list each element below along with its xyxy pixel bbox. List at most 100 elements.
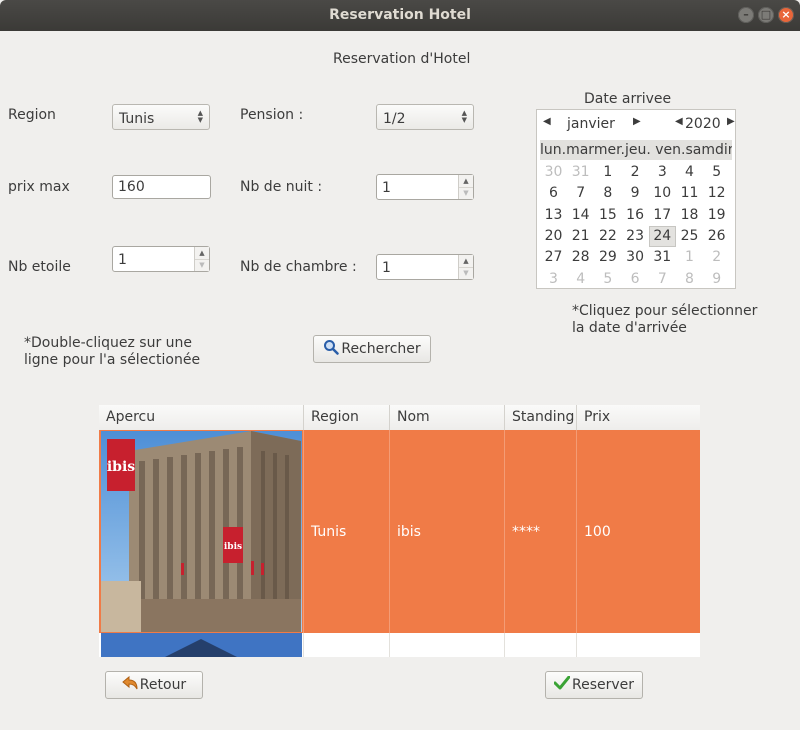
calendar-day[interactable]: 25 (676, 226, 703, 247)
year-label: 2020 (685, 116, 721, 132)
spin-down-icon[interactable]: ▼ (459, 187, 473, 199)
calendar-day[interactable]: 17 (649, 205, 676, 226)
calendar-day[interactable]: 15 (594, 205, 621, 226)
prev-month-icon[interactable]: ◀ (543, 116, 551, 127)
nb-nuit-value: 1 (382, 180, 391, 196)
calendar-day[interactable]: 5 (594, 269, 621, 290)
retour-button[interactable]: Retour (105, 671, 203, 699)
calendar-day[interactable]: 1 (676, 247, 703, 268)
calendar-day[interactable]: 2 (703, 247, 730, 268)
hotel-image: ibis ibis (101, 431, 302, 632)
calendar-day-selected[interactable]: 24 (648, 225, 676, 247)
nb-chambre-value: 1 (382, 260, 391, 276)
calendar-day[interactable]: 3 (649, 162, 676, 183)
minimize-button[interactable]: – (738, 7, 754, 23)
calendar-day[interactable]: 18 (676, 205, 703, 226)
date-calendar[interactable]: ◀ janvier ▶ ◀ 2020 ▶ lun.marmer.jeu. ven… (536, 109, 736, 289)
header-nom[interactable]: Nom (390, 405, 505, 430)
reserver-button[interactable]: Reserver (545, 671, 643, 699)
cell-prix: 100 (584, 523, 611, 540)
calendar-day[interactable]: 4 (567, 269, 594, 290)
nb-chambre-spinner[interactable]: 1 ▲ ▼ (376, 254, 474, 280)
apercu-cell (99, 633, 304, 657)
calendar-day[interactable]: 26 (703, 226, 730, 247)
cell-nom: ibis (390, 430, 505, 633)
spin-down-icon[interactable]: ▼ (195, 259, 209, 271)
calendar-day[interactable]: 30 (622, 247, 649, 268)
calendar-day[interactable]: 13 (540, 205, 567, 226)
next-year-icon[interactable]: ▶ (727, 116, 735, 127)
search-icon (323, 339, 340, 359)
calendar-hint-line2: la date d'arrivée (572, 320, 687, 336)
region-label: Region (8, 107, 56, 123)
calendar-day[interactable]: 8 (676, 269, 703, 290)
calendar-day[interactable]: 9 (703, 269, 730, 290)
spin-down-icon[interactable]: ▼ (459, 267, 473, 279)
nb-etoile-value: 1 (118, 252, 127, 268)
calendar-day[interactable]: 27 (540, 247, 567, 268)
calendar-day[interactable]: 5 (703, 162, 730, 183)
pension-value: 1/2 (383, 111, 406, 127)
calendar-day[interactable]: 30 (540, 162, 567, 183)
table-row[interactable]: ibis ibis Tunis ibis **** 100 (99, 430, 700, 633)
calendar-day[interactable]: 7 (567, 183, 594, 204)
maximize-button[interactable]: □ (758, 7, 774, 23)
header-prix[interactable]: Prix (577, 405, 700, 430)
pension-select[interactable]: 1/2 ▲ ▼ (376, 104, 474, 130)
calendar-day[interactable]: 29 (594, 247, 621, 268)
calendar-day[interactable]: 22 (594, 226, 621, 247)
calendar-day[interactable]: 23 (622, 226, 649, 247)
cell-region: Tunis (304, 430, 390, 633)
calendar-day[interactable]: 19 (703, 205, 730, 226)
cell-standing: **** (505, 430, 577, 633)
region-value: Tunis (119, 111, 155, 127)
calendar-day[interactable]: 9 (622, 183, 649, 204)
calendar-day[interactable]: 20 (540, 226, 567, 247)
calendar-day[interactable]: 12 (703, 183, 730, 204)
ibis-sign-text: ibis (224, 542, 242, 552)
header-region[interactable]: Region (304, 405, 390, 430)
cell-standing (505, 633, 577, 657)
prix-max-label: prix max (8, 179, 70, 195)
calendar-day[interactable]: 6 (622, 269, 649, 290)
pension-label: Pension : (240, 107, 304, 123)
calendar-day[interactable]: 11 (676, 183, 703, 204)
cell-region (304, 633, 390, 657)
back-arrow-icon (122, 675, 138, 694)
weekday-header: lun.marmer.jeu. ven.samdim. (540, 140, 732, 160)
calendar-day[interactable]: 2 (622, 162, 649, 183)
hotel-image (101, 633, 302, 657)
next-month-icon[interactable]: ▶ (633, 116, 641, 127)
calendar-day[interactable]: 10 (649, 183, 676, 204)
calendar-day[interactable]: 8 (594, 183, 621, 204)
calendar-day[interactable]: 1 (594, 162, 621, 183)
region-select[interactable]: Tunis ▲ ▼ (112, 104, 210, 130)
prix-max-input[interactable]: 160 (112, 175, 211, 199)
checkmark-icon (553, 675, 571, 694)
calendar-day[interactable]: 7 (649, 269, 676, 290)
calendar-day[interactable]: 3 (540, 269, 567, 290)
calendar-day[interactable]: 28 (567, 247, 594, 268)
calendar-day[interactable]: 31 (567, 162, 594, 183)
form-heading: Reservation d'Hotel (333, 51, 471, 67)
header-standing[interactable]: Standing (505, 405, 577, 430)
table-header: Apercu Region Nom Standing Prix (99, 405, 700, 431)
rechercher-button[interactable]: Rechercher (313, 335, 431, 363)
nb-etoile-spinner[interactable]: 1 ▲ ▼ (112, 246, 210, 272)
nb-nuit-spinner[interactable]: 1 ▲ ▼ (376, 174, 474, 200)
calendar-day[interactable]: 4 (676, 162, 703, 183)
nb-etoile-label: Nb etoile (8, 259, 71, 275)
window-title: Reservation Hotel (329, 7, 471, 23)
rechercher-label: Rechercher (341, 341, 421, 357)
calendar-day[interactable]: 16 (622, 205, 649, 226)
table-row[interactable] (99, 633, 700, 657)
double-click-hint-line1: *Double-cliquez sur une (24, 335, 193, 351)
calendar-day[interactable]: 14 (567, 205, 594, 226)
nb-chambre-label: Nb de chambre : (240, 259, 357, 275)
header-apercu[interactable]: Apercu (99, 405, 304, 430)
calendar-day[interactable]: 21 (567, 226, 594, 247)
prev-year-icon[interactable]: ◀ (675, 116, 683, 127)
close-button[interactable]: × (778, 7, 794, 23)
calendar-day[interactable]: 31 (649, 247, 676, 268)
calendar-day[interactable]: 6 (540, 183, 567, 204)
